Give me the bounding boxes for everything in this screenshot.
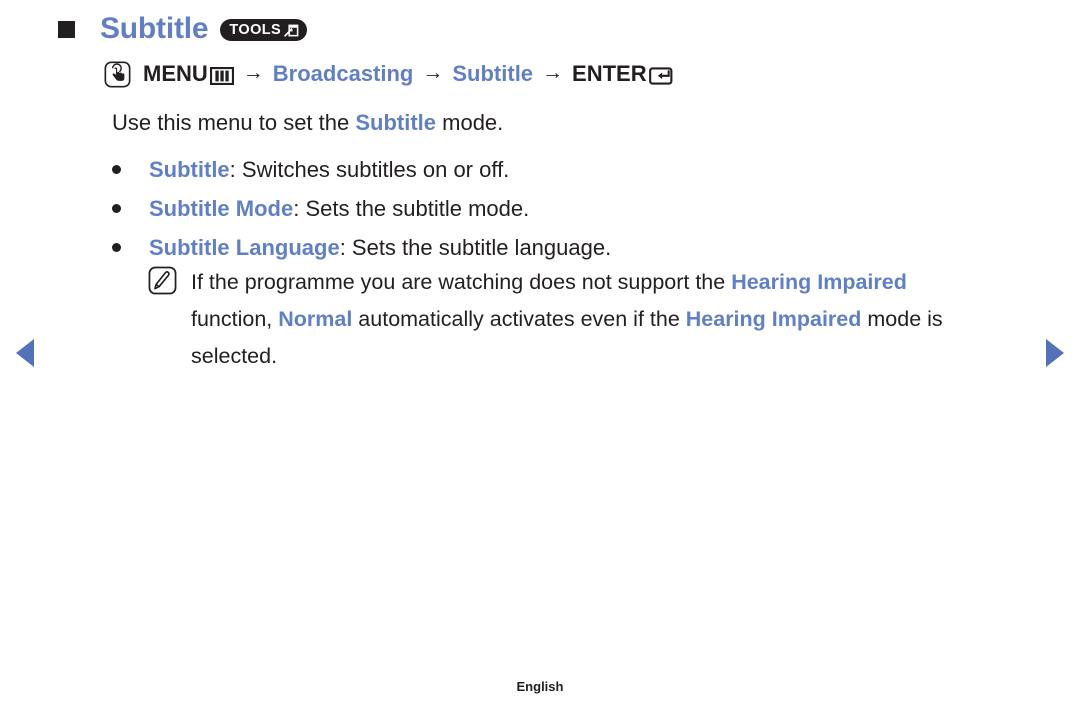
previous-page-arrow[interactable] [16,339,34,367]
note-segment-3: automatically activates even if the [352,307,686,331]
list-item-term: Subtitle [149,157,230,182]
list-item-term: Subtitle Mode [149,196,294,221]
list-item-text: Subtitle: Switches subtitles on or off. [149,150,509,189]
list-item-term: Subtitle Language [149,235,340,260]
intro-term: Subtitle [355,110,437,135]
footer-language: English [516,679,564,694]
path-arrow-2: → [422,60,444,84]
note-segment-1: If the programme you are watching does n… [191,270,732,294]
menu-grid-icon [209,66,234,85]
list-item: Subtitle: Switches subtitles on or off. [112,150,1012,189]
manual-page: Subtitle TOOLS MENU → Broadcasting → Sub… [0,0,1080,705]
list-item-text: Subtitle Mode: Sets the subtitle mode. [149,189,529,228]
enter-key-icon [648,66,676,86]
list-item-description: : Sets the subtitle language. [339,235,612,260]
page-title: Subtitle [100,12,209,45]
note-term-hearing-impaired-1: Hearing Impaired [731,270,907,294]
note-term-hearing-impaired-2: Hearing Impaired [685,307,862,331]
list-item-description: : Switches subtitles on or off. [229,157,510,182]
note-pen-icon [148,266,177,300]
hand-press-icon [104,61,131,88]
intro-prefix: Use this menu to set the [112,110,356,135]
options-list: Subtitle: Switches subtitles on or off. … [112,150,1012,267]
list-item-text: Subtitle Language: Sets the subtitle lan… [149,228,611,267]
bullet-dot-icon [112,243,121,252]
list-item: Subtitle Language: Sets the subtitle lan… [112,228,1012,267]
note-term-normal: Normal [278,307,353,331]
path-step-subtitle: Subtitle [452,60,534,86]
tools-badge-label: TOOLS [229,22,282,38]
enter-button-label: ENTER [572,60,647,86]
next-page-arrow[interactable] [1046,339,1064,367]
menu-path-breadcrumb: MENU → Broadcasting → Subtitle → ENTER [104,60,676,88]
path-arrow-3: → [542,60,564,84]
intro-paragraph: Use this menu to set the Subtitle mode. [112,110,503,136]
menu-button-label: MENU [143,60,208,86]
bullet-dot-icon [112,204,121,213]
square-bullet-icon [58,20,75,38]
bullet-dot-icon [112,165,121,174]
tools-shortcut-icon [284,23,299,38]
note-text: If the programme you are watching does n… [191,264,991,375]
page-title-row: Subtitle TOOLS [58,12,308,45]
note-segment-2: function, [191,307,279,331]
tools-badge[interactable]: TOOLS [220,19,308,41]
intro-suffix: mode. [436,110,504,135]
list-item-description: : Sets the subtitle mode. [293,196,530,221]
path-step-broadcasting: Broadcasting [272,60,414,86]
list-item: Subtitle Mode: Sets the subtitle mode. [112,189,1012,228]
path-arrow-1: → [242,60,264,84]
note-block: If the programme you are watching does n… [148,264,1008,375]
